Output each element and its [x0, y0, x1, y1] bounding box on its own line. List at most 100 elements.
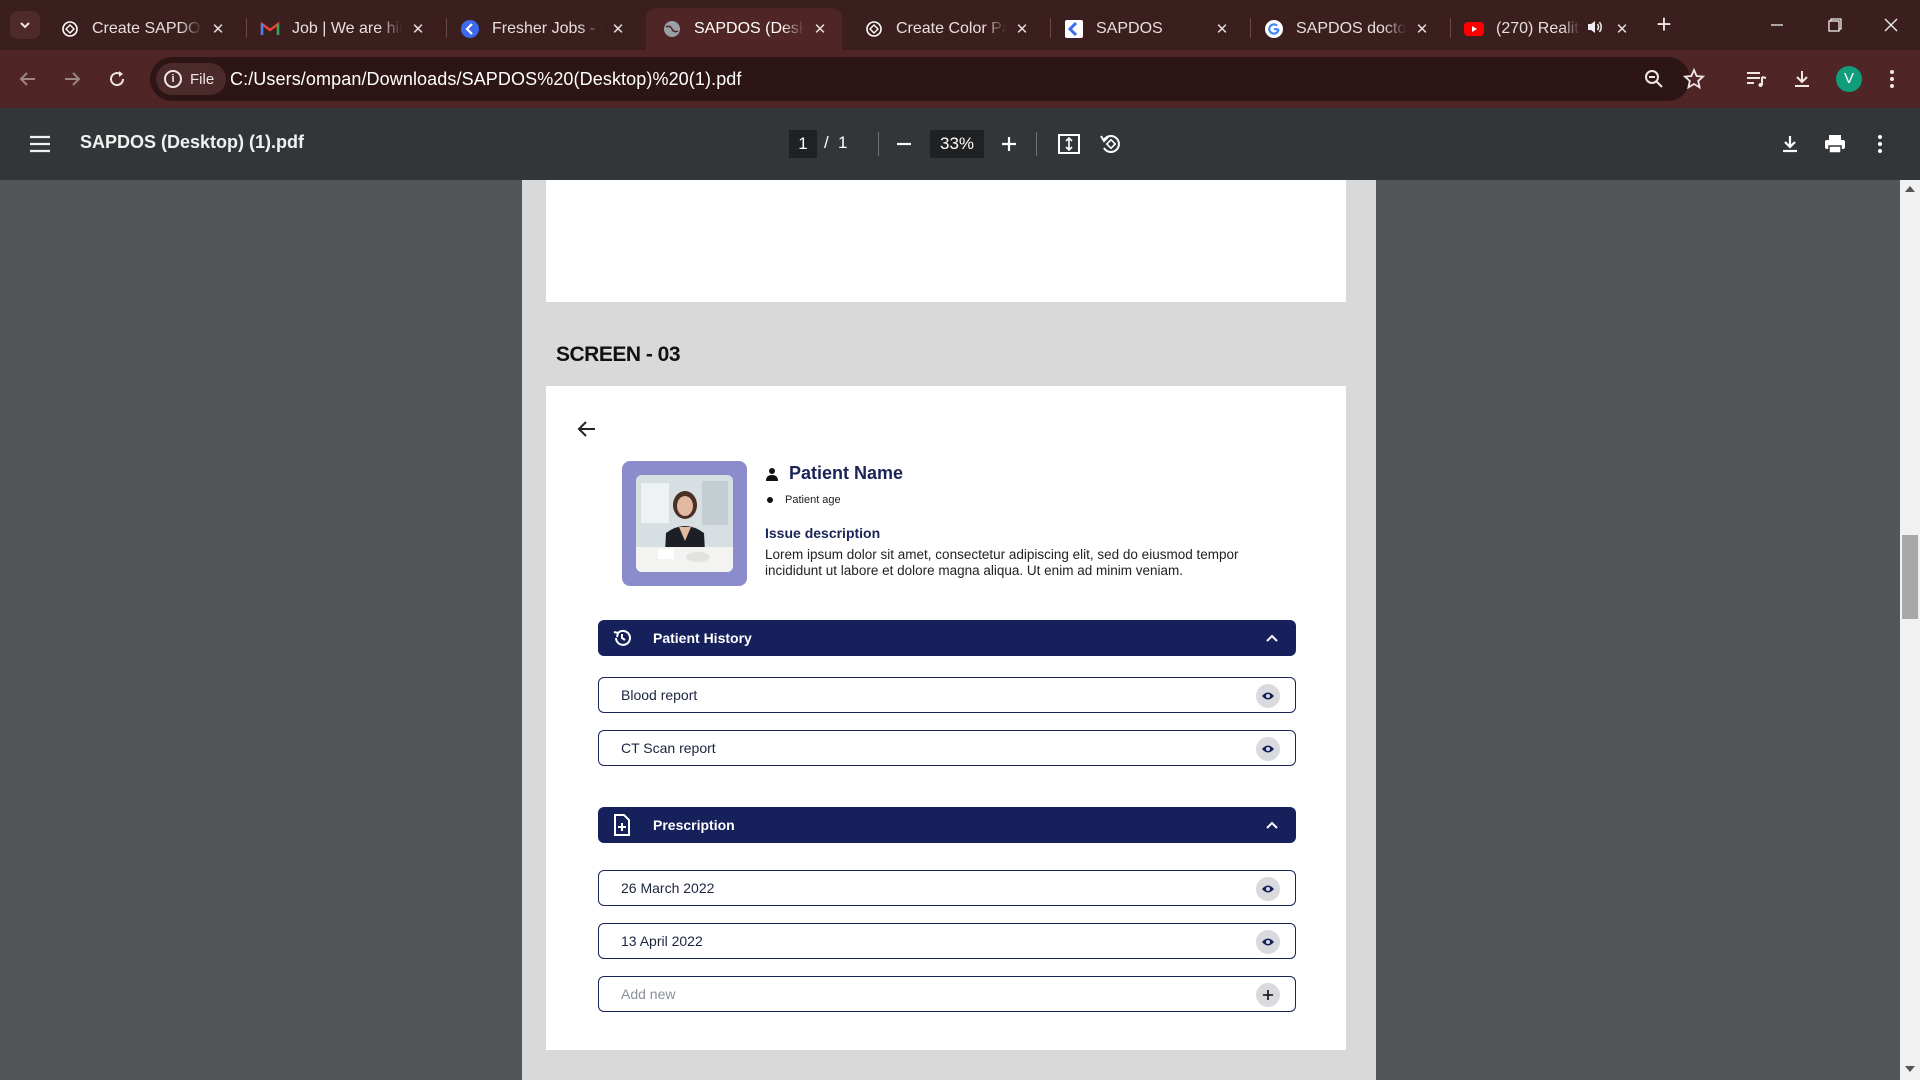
tab-title: SAPDOS (Desktop) [694, 20, 804, 37]
zoom-in-button[interactable] [995, 130, 1023, 158]
tab-title: Job | We are hiring [292, 20, 402, 37]
pdf-toolbar: SAPDOS (Desktop) (1).pdf 1 / 1 33% [0, 108, 1920, 180]
print-button[interactable] [1821, 130, 1849, 158]
prescription-header[interactable]: Prescription [598, 807, 1296, 843]
minimize-button[interactable] [1748, 0, 1806, 50]
view-button[interactable] [1256, 930, 1280, 954]
bookmark-star-icon[interactable] [1682, 67, 1706, 91]
reload-button[interactable] [101, 63, 133, 95]
add-new-prescription-field[interactable]: Add new [598, 976, 1296, 1012]
site-info-chip[interactable]: i File [156, 63, 227, 95]
prescription-title: Prescription [653, 817, 735, 833]
address-bar[interactable]: i File C:/Users/ompan/Downloads/SAPDOS%2… [150, 57, 1705, 101]
doctor-portrait-image [636, 475, 733, 572]
tab-title: SAPDOS doctor [1296, 20, 1406, 37]
download-icon [1795, 71, 1809, 87]
rotate-button[interactable] [1096, 130, 1124, 158]
speaker-icon[interactable] [1586, 19, 1606, 40]
openai-icon [864, 19, 884, 39]
tab-title: (270) Reality [1496, 20, 1580, 37]
scroll-down-arrow-icon[interactable] [1904, 1064, 1916, 1074]
previous-screen-panel [546, 180, 1346, 302]
patient-age: Patient age [785, 494, 841, 506]
minimize-icon [1771, 24, 1783, 26]
arrow-left-icon [19, 72, 35, 86]
view-button[interactable] [1256, 877, 1280, 901]
page-total: 1 [838, 133, 848, 152]
close-window-button[interactable] [1862, 0, 1920, 50]
youtube-icon [1464, 19, 1484, 39]
browser-tab[interactable]: Create SAPDOS Desktop ✕ [44, 8, 240, 50]
add-button[interactable] [1256, 983, 1280, 1007]
scroll-up-arrow-icon[interactable] [1904, 184, 1916, 194]
chevron-up-icon[interactable] [1264, 630, 1280, 646]
eye-icon [1262, 885, 1274, 893]
prescription-date: 13 April 2022 [621, 933, 703, 949]
close-icon[interactable]: ✕ [208, 20, 228, 38]
history-item-blood-report[interactable]: Blood report [598, 677, 1296, 713]
browser-tab[interactable]: (270) Reality ✕ [1448, 8, 1644, 50]
history-item-label: CT Scan report [621, 740, 716, 756]
chevron-down-icon [20, 22, 30, 29]
vertical-scrollbar[interactable] [1900, 180, 1920, 1080]
patient-history-title: Patient History [653, 630, 752, 646]
forward-button[interactable] [56, 63, 88, 95]
history-item-ct-scan-report[interactable]: CT Scan report [598, 730, 1296, 766]
back-button[interactable] [12, 63, 44, 95]
zoom-out-button[interactable] [890, 130, 918, 158]
zoom-icon[interactable] [1642, 67, 1666, 91]
browser-tab-active[interactable]: SAPDOS (Desktop) ✕ [646, 8, 842, 50]
close-icon[interactable]: ✕ [408, 20, 428, 38]
patient-history-header[interactable]: Patient History [598, 620, 1296, 656]
restore-button[interactable] [1806, 0, 1864, 50]
prescription-item[interactable]: 26 March 2022 [598, 870, 1296, 906]
download-pdf-button[interactable] [1776, 130, 1804, 158]
profile-avatar[interactable]: V [1836, 66, 1862, 92]
page-number-input[interactable]: 1 [789, 130, 817, 158]
close-icon[interactable]: ✕ [1212, 20, 1232, 38]
new-tab-button[interactable]: + [1650, 11, 1678, 39]
tab-title: Create SAPDOS Desktop [92, 20, 202, 37]
url-text[interactable]: C:/Users/ompan/Downloads/SAPDOS%20(Deskt… [230, 69, 742, 90]
browser-menu-button[interactable] [1876, 63, 1908, 95]
browser-tab[interactable]: Job | We are hiring ✕ [244, 8, 440, 50]
globe-icon [662, 19, 682, 39]
eye-icon [1262, 938, 1274, 946]
fit-page-button[interactable] [1055, 130, 1083, 158]
pdf-more-button[interactable] [1866, 130, 1894, 158]
plus-icon [1263, 990, 1273, 1000]
issue-description: Lorem ipsum dolor sit amet, consectetur … [765, 547, 1239, 578]
browser-tab[interactable]: SAPDOS doctor ✕ [1248, 8, 1444, 50]
add-new-placeholder: Add new [621, 986, 676, 1002]
tab-search-button[interactable] [10, 11, 40, 39]
google-icon [1264, 19, 1284, 39]
info-icon: i [164, 70, 182, 88]
scrollbar-thumb[interactable] [1902, 535, 1918, 619]
view-button[interactable] [1256, 684, 1280, 708]
arrow-left-icon[interactable] [575, 417, 599, 441]
media-controls-button[interactable] [1740, 63, 1772, 95]
browser-tab[interactable]: Create Color Palette ✕ [848, 8, 1044, 50]
close-icon[interactable]: ✕ [1012, 20, 1032, 38]
close-icon[interactable]: ✕ [810, 20, 830, 38]
close-icon[interactable]: ✕ [1412, 20, 1432, 38]
pdf-sidebar-toggle[interactable] [26, 130, 54, 158]
close-icon[interactable]: ✕ [1612, 20, 1632, 38]
browser-tab[interactable]: Fresher Jobs - Remote ✕ [444, 8, 640, 50]
download-icon [1783, 136, 1797, 153]
patient-name: Patient Name [789, 463, 904, 483]
history-icon [611, 627, 633, 649]
page-separator: / [824, 133, 829, 152]
chevron-up-icon[interactable] [1264, 817, 1280, 833]
pdf-viewport[interactable]: SCREEN - 03 Patient Name Patient age Iss… [0, 180, 1920, 1080]
zoom-level-input[interactable]: 33% [930, 130, 984, 158]
prescription-date: 26 March 2022 [621, 880, 715, 896]
browser-tab[interactable]: SAPDOS ✕ [1048, 8, 1244, 50]
blue-k-icon [460, 19, 480, 39]
downloads-button[interactable] [1786, 63, 1818, 95]
person-icon [766, 467, 778, 481]
prescription-item[interactable]: 13 April 2022 [598, 923, 1296, 959]
close-icon[interactable]: ✕ [608, 20, 628, 38]
view-button[interactable] [1256, 737, 1280, 761]
toolbar-divider [1036, 132, 1037, 156]
